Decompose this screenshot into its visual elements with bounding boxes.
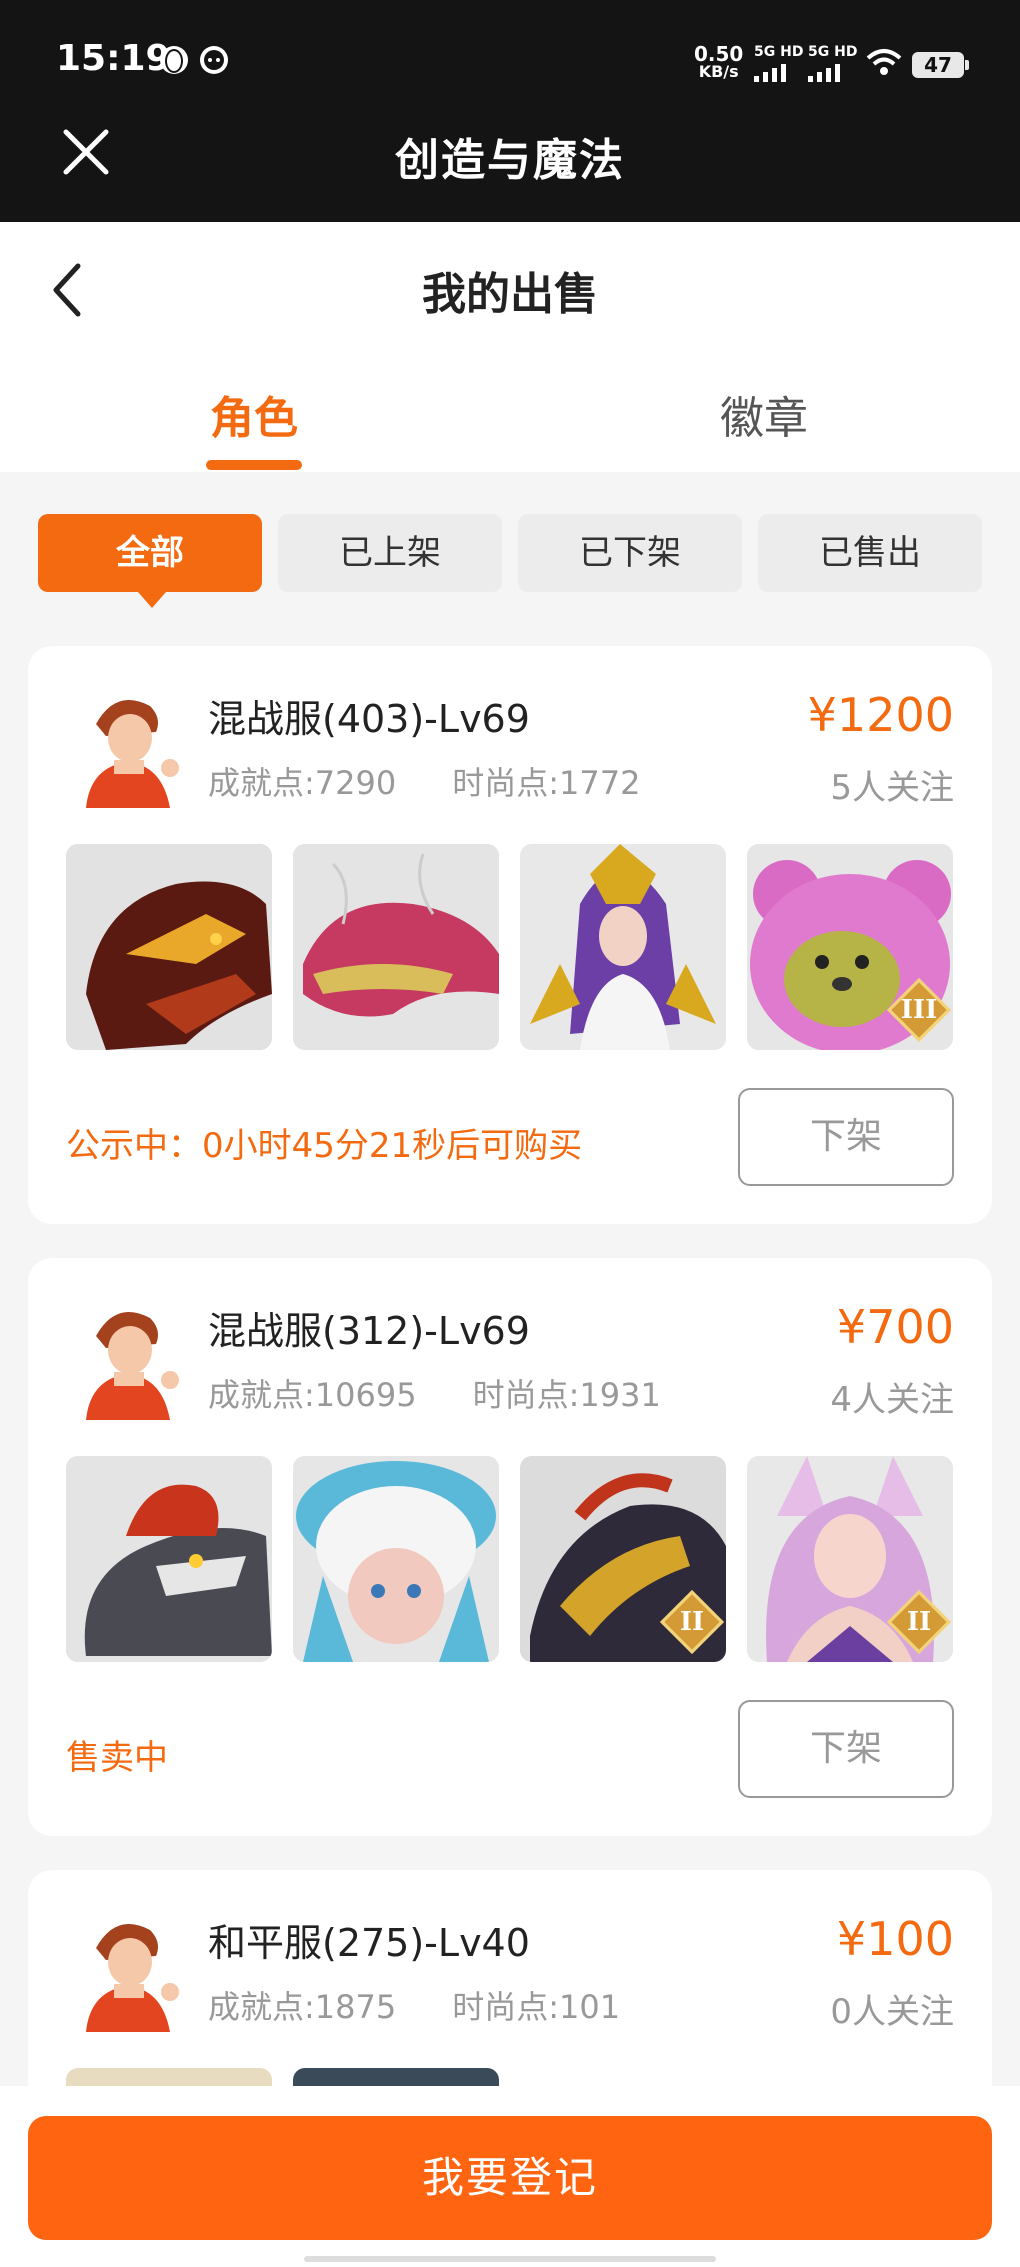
home-indicator[interactable]: [304, 2256, 716, 2262]
fashion-points: 时尚点:1931: [472, 1376, 661, 1414]
bottom-action-bar: 我要登记: [0, 2086, 1020, 2267]
gray-dragon-mount-icon[interactable]: [66, 1456, 272, 1662]
points-row: 成就点:10695 时尚点:1931: [208, 1370, 661, 1416]
listing-status: 公示中：0小时45分21秒后可购买: [66, 1126, 583, 1166]
net-speed: 0.50 KB/s: [694, 44, 743, 80]
price: ¥100: [836, 1912, 954, 1966]
achievement-points: 成就点:7290: [208, 764, 397, 802]
status-time: 15:19: [56, 38, 171, 79]
active-tab-indicator: [206, 460, 302, 470]
signal-1-icon: 5G HD: [754, 44, 803, 82]
points-row: 成就点:7290 时尚点:1772: [208, 758, 640, 804]
tab-badge[interactable]: 徽章: [664, 382, 864, 446]
tier-badge: III: [887, 978, 951, 1042]
filter-all[interactable]: 全部: [38, 514, 262, 608]
fox-girl-icon[interactable]: II: [747, 1456, 953, 1662]
status-filter-bar: 全部 已上架 已下架 已售出: [38, 514, 982, 608]
sim2-label: 5G HD: [808, 44, 858, 60]
points-row: 成就点:1875 时尚点:101: [208, 1982, 620, 2028]
listing-status: 售卖中: [66, 1738, 168, 1778]
character-avatar: [66, 1908, 190, 2032]
delist-button[interactable]: 下架: [738, 1088, 954, 1186]
fire-dragon-mount-icon[interactable]: [66, 844, 272, 1050]
app-title: 创造与魔法: [395, 135, 625, 186]
tier-badge: II: [660, 1590, 724, 1654]
register-button[interactable]: 我要登记: [28, 2116, 992, 2240]
gold-dragon-mount-icon[interactable]: II: [520, 1456, 726, 1662]
server-level: 混战服(312)-Lv69: [208, 1309, 530, 1353]
achievement-points: 成就点:10695: [208, 1376, 417, 1414]
filter-sold[interactable]: 已售出: [758, 514, 982, 592]
status-bar: 15:19 0.50 KB/s 5G HD 5G HD 47: [0, 0, 1020, 110]
item-thumbnails: III: [66, 844, 954, 1050]
character-avatar: [66, 1296, 190, 1420]
achievement-points: 成就点:1875: [208, 1988, 397, 2026]
cat-app-icon: [200, 46, 228, 74]
wifi-icon: [866, 49, 902, 75]
filter-listed[interactable]: 已上架: [278, 514, 502, 592]
price: ¥700: [836, 1300, 954, 1354]
page-title: 我的出售: [422, 269, 598, 320]
pink-dragon-mount-icon[interactable]: [293, 844, 499, 1050]
tier-badge-label: II: [906, 1607, 932, 1637]
fashion-points: 时尚点:1772: [452, 764, 641, 802]
sim1-label: 5G HD: [754, 44, 804, 60]
price: ¥1200: [807, 688, 954, 742]
net-speed-unit: KB/s: [698, 62, 739, 81]
page-header: 我的出售 角色 徽章: [0, 222, 1020, 472]
server-level: 和平服(275)-Lv40: [208, 1921, 530, 1965]
listing-card[interactable]: 混战服(403)-Lv69 成就点:7290 时尚点:1772 ¥1200 5人关…: [28, 646, 992, 1224]
follower-count: 4人关注: [830, 1380, 954, 1420]
listing-card[interactable]: 混战服(312)-Lv69 成就点:10695 时尚点:1931 ¥700 4人关…: [28, 1258, 992, 1836]
delist-button[interactable]: 下架: [738, 1700, 954, 1798]
cloud-hair-doll-icon[interactable]: [293, 1456, 499, 1662]
battery-icon: 47: [912, 52, 969, 78]
my-sales-page: 15:19 0.50 KB/s 5G HD 5G HD 47 创造与魔法 我的出…: [0, 0, 1020, 2267]
purple-hair-warrior-icon[interactable]: [520, 844, 726, 1050]
tab-role[interactable]: 角色: [154, 382, 354, 446]
follower-count: 0人关注: [830, 1992, 954, 2032]
signal-2-icon: 5G HD: [808, 44, 857, 82]
net-speed-value: 0.50: [694, 42, 744, 66]
item-thumbnails: II II: [66, 1456, 954, 1662]
app-bar: 创造与魔法: [0, 110, 1020, 222]
tier-badge-label: III: [900, 995, 938, 1025]
server-level: 混战服(403)-Lv69: [208, 697, 530, 741]
pink-bear-pet-icon[interactable]: III: [747, 844, 953, 1050]
character-avatar: [66, 684, 190, 808]
filter-delisted[interactable]: 已下架: [518, 514, 742, 592]
fashion-points: 时尚点:101: [452, 1988, 621, 2026]
follower-count: 5人关注: [830, 768, 954, 808]
qq-penguin-icon: [160, 46, 188, 74]
tier-badge-label: II: [679, 1607, 705, 1637]
tier-badge: II: [887, 1590, 951, 1654]
